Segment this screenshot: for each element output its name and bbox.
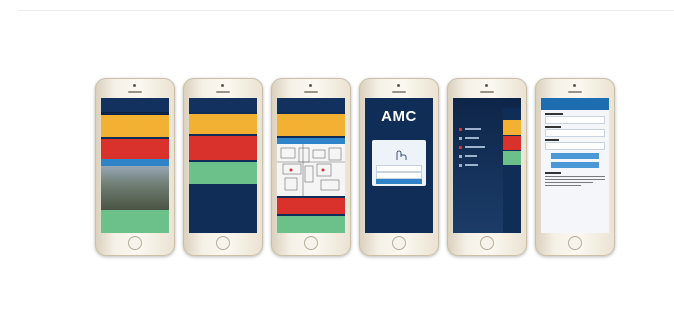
camera-icon [397,84,400,87]
camera-icon [221,84,224,87]
home-button-icon[interactable] [304,236,318,250]
menu-item-5[interactable] [465,164,478,166]
alert-panel-red[interactable] [189,136,257,160]
preview-green [503,151,521,165]
menu-icon-3 [459,146,462,149]
alert-panel-orange[interactable] [277,114,345,136]
form-button-2[interactable] [551,162,599,168]
camera-feed-image[interactable] [101,166,169,210]
amc-logo: AMC [381,108,417,125]
speaker-icon [304,91,318,93]
menu-icon-1 [459,128,462,131]
tab-bar[interactable] [101,159,169,166]
alert-panel-red[interactable] [277,198,345,214]
top-divider [18,10,674,11]
camera-icon [485,84,488,87]
form-field-2[interactable] [545,129,605,137]
nav-bar [189,98,257,112]
form-field-3[interactable] [545,142,605,150]
phone-3 [271,78,351,256]
form-label-1 [545,113,563,115]
home-button-icon[interactable] [568,236,582,250]
status-panel-green[interactable] [101,210,169,233]
username-field[interactable] [376,165,422,172]
phone-4: AMC [359,78,439,256]
phone-2 [183,78,263,256]
floor-plan-map[interactable] [277,144,345,196]
home-button-icon[interactable] [128,236,142,250]
empty-area [189,184,257,233]
speaker-icon [216,91,230,93]
menu-icon-4 [459,155,462,158]
phone-6 [535,78,615,256]
home-button-icon[interactable] [392,236,406,250]
speaker-icon [128,91,142,93]
phone-4-screen: AMC [365,98,433,233]
menu-item-1[interactable] [465,128,481,130]
camera-icon [133,84,136,87]
nav-bar [101,98,169,112]
preview-orange [503,120,521,135]
notes-label [545,172,561,174]
fingerprint-icon [396,150,407,160]
phone-3-screen [277,98,345,233]
nav-bar [541,98,609,110]
form-field-1[interactable] [545,116,605,124]
phone-6-screen [541,98,609,233]
form-label-3 [545,139,559,141]
phone-1-screen [101,98,169,233]
content-preview[interactable] [503,108,521,233]
floor-plan-drawing [277,144,345,196]
phone-gallery: AMC [95,78,617,258]
menu-icon-2 [459,137,462,140]
side-menu [459,128,499,188]
alert-panel-orange[interactable] [189,114,257,134]
camera-icon [573,84,576,87]
login-card [372,140,426,186]
speaker-icon [568,91,582,93]
form-button-1[interactable] [551,153,599,159]
speaker-icon [392,91,406,93]
login-button[interactable] [376,179,422,184]
alert-panel-orange[interactable] [101,115,169,137]
status-panel-green[interactable] [189,162,257,184]
menu-icon-5 [459,164,462,167]
menu-item-2[interactable] [465,137,479,139]
phone-1 [95,78,175,256]
menu-item-4[interactable] [465,155,477,157]
speaker-icon [480,91,494,93]
phone-5-screen [453,98,521,233]
home-button-icon[interactable] [216,236,230,250]
home-button-icon[interactable] [480,236,494,250]
status-panel-green[interactable] [277,216,345,233]
preview-red [503,136,521,150]
menu-item-3[interactable] [465,146,485,148]
camera-icon [309,84,312,87]
password-field[interactable] [376,172,422,179]
phone-2-screen [189,98,257,233]
form-label-2 [545,126,561,128]
alert-panel-red[interactable] [101,139,169,159]
nav-bar [277,98,345,112]
phone-5 [447,78,527,256]
notes-text [545,176,605,192]
